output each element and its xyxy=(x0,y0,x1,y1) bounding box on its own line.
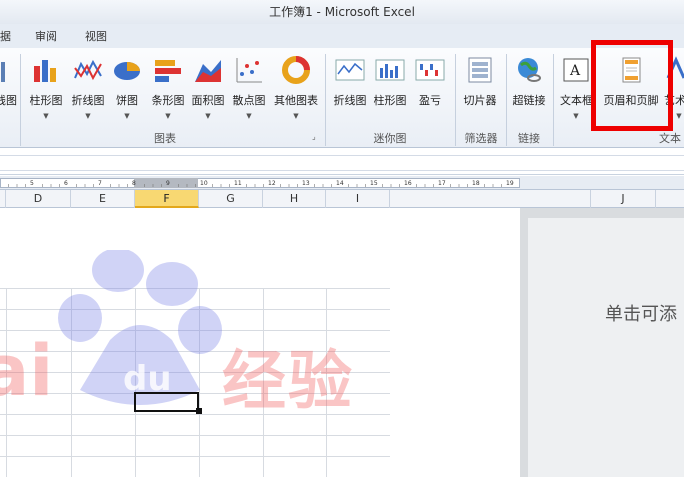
column-header-j[interactable]: J xyxy=(590,190,656,208)
chevron-down-icon: ▼ xyxy=(573,112,579,120)
ruler-label: 17 xyxy=(438,180,446,187)
line-chart-icon xyxy=(74,59,102,81)
sparkline-column-icon xyxy=(375,59,405,81)
column-header-i[interactable]: I xyxy=(326,190,390,208)
chevron-down-icon: ▼ xyxy=(205,112,211,120)
column-header-g[interactable]: G xyxy=(199,190,263,208)
tab-view[interactable]: 视图 xyxy=(85,28,107,44)
window-title-bar: 工作簿1 - Microsoft Excel xyxy=(0,0,684,24)
baidu-paw-watermark: du xyxy=(58,250,222,405)
ruler-label: 9 xyxy=(166,180,170,187)
chevron-down-icon: ▼ xyxy=(293,112,299,120)
tab-review[interactable]: 审阅 xyxy=(35,28,57,44)
ribbon-tabs: 据 审阅 视图 xyxy=(0,24,684,48)
chevron-down-icon: ▼ xyxy=(43,112,49,120)
chevron-down-icon: ▼ xyxy=(85,112,91,120)
ruler-label: 8 xyxy=(132,180,136,187)
watermark-text: ai xyxy=(0,330,54,412)
chevron-down-icon: ▼ xyxy=(246,112,252,120)
ruler-label: 11 xyxy=(234,180,242,187)
column-chart-icon xyxy=(34,60,56,82)
ruler-label: 10 xyxy=(200,180,208,187)
group-label-charts: 图表 xyxy=(154,132,176,145)
ruler-label: 16 xyxy=(404,180,412,187)
line-chart-button[interactable]: 折线图 ▼ xyxy=(68,52,108,124)
active-cell[interactable] xyxy=(134,392,199,412)
scatter-chart-button[interactable]: 散点图 ▼ xyxy=(229,52,269,124)
svg-text:A: A xyxy=(569,63,581,79)
sparkline-column-button[interactable]: 柱形图 xyxy=(370,52,410,124)
picture-button[interactable]: 线图 xyxy=(0,52,20,124)
hyperlink-button[interactable]: 超链接 xyxy=(508,52,550,124)
ruler-label: 12 xyxy=(268,180,276,187)
ruler-label: 14 xyxy=(336,180,344,187)
column-chart-button[interactable]: 柱形图 ▼ xyxy=(24,52,68,124)
ribbon-insert: 线图 柱形图 ▼ 折线图 ▼ 饼图 ▼ 条形图 ▼ 面积图 ▼ 散点图 ▼ 其他… xyxy=(0,48,684,148)
column-header-f[interactable]: F xyxy=(135,190,199,208)
formula-bar xyxy=(0,149,684,175)
chevron-down-icon: ▼ xyxy=(124,112,130,120)
group-label-filter: 筛选器 xyxy=(464,132,498,145)
ruler-label: 13 xyxy=(302,180,310,187)
window-title: 工作簿1 - Microsoft Excel xyxy=(269,5,415,19)
tab-data[interactable]: 据 xyxy=(0,28,11,44)
scatter-chart-icon xyxy=(236,58,262,83)
ruler-label: 5 xyxy=(30,180,34,187)
ruler-ticks: 5 6 7 8 9 10 11 12 13 14 15 16 17 18 19 xyxy=(8,180,514,187)
column-headers: D E F G H I J xyxy=(0,190,684,208)
group-label-links: 链接 xyxy=(518,132,540,145)
formula-input[interactable] xyxy=(0,155,684,171)
slicer-icon xyxy=(468,57,492,83)
picture-icon xyxy=(1,62,5,82)
dialog-launcher-icon[interactable]: ⌟ xyxy=(312,132,316,141)
slicer-button[interactable]: 切片器 xyxy=(460,52,500,124)
sparkline-line-button[interactable]: 折线图 xyxy=(330,52,370,124)
chevron-down-icon: ▼ xyxy=(676,112,682,120)
textbox-button[interactable]: A 文本框 ▼ xyxy=(557,52,595,124)
ruler-label: 18 xyxy=(472,180,480,187)
textbox-icon: A xyxy=(563,58,589,82)
chevron-down-icon: ▼ xyxy=(165,112,171,120)
ruler-label: 7 xyxy=(98,180,102,187)
horizontal-ruler: 5 6 7 8 9 10 11 12 13 14 15 16 17 18 19 xyxy=(0,176,684,190)
ruler-label: 15 xyxy=(370,180,378,187)
group-label-text: 文本 xyxy=(659,132,681,145)
column-header-h[interactable]: H xyxy=(263,190,326,208)
column-header-d[interactable]: D xyxy=(6,190,71,208)
area-chart-icon xyxy=(195,60,221,82)
globe-link-icon xyxy=(518,58,541,82)
sparkline-winloss-button[interactable]: 盈亏 xyxy=(412,52,448,124)
donut-chart-icon xyxy=(282,56,310,84)
pie-chart-icon xyxy=(114,62,140,80)
next-page[interactable] xyxy=(528,218,684,477)
sparkline-line-icon xyxy=(335,59,365,81)
sparkline-winloss-icon xyxy=(415,59,445,81)
fill-handle[interactable] xyxy=(196,408,202,414)
group-label-sparklines: 迷你图 xyxy=(373,132,407,145)
ruler-label: 19 xyxy=(506,180,514,187)
annotation-highlight-box xyxy=(591,40,673,131)
bar-chart-button[interactable]: 条形图 ▼ xyxy=(148,52,188,124)
ruler-label: 6 xyxy=(64,180,68,187)
bar-chart-icon xyxy=(155,60,181,82)
header-placeholder[interactable]: 单击可添 xyxy=(605,300,677,326)
pie-chart-button[interactable]: 饼图 ▼ xyxy=(110,52,144,124)
column-header-e[interactable]: E xyxy=(71,190,135,208)
area-chart-button[interactable]: 面积图 ▼ xyxy=(188,52,228,124)
watermark-text: 经验 xyxy=(222,345,354,419)
other-charts-button[interactable]: 其他图表 ▼ xyxy=(270,52,322,124)
